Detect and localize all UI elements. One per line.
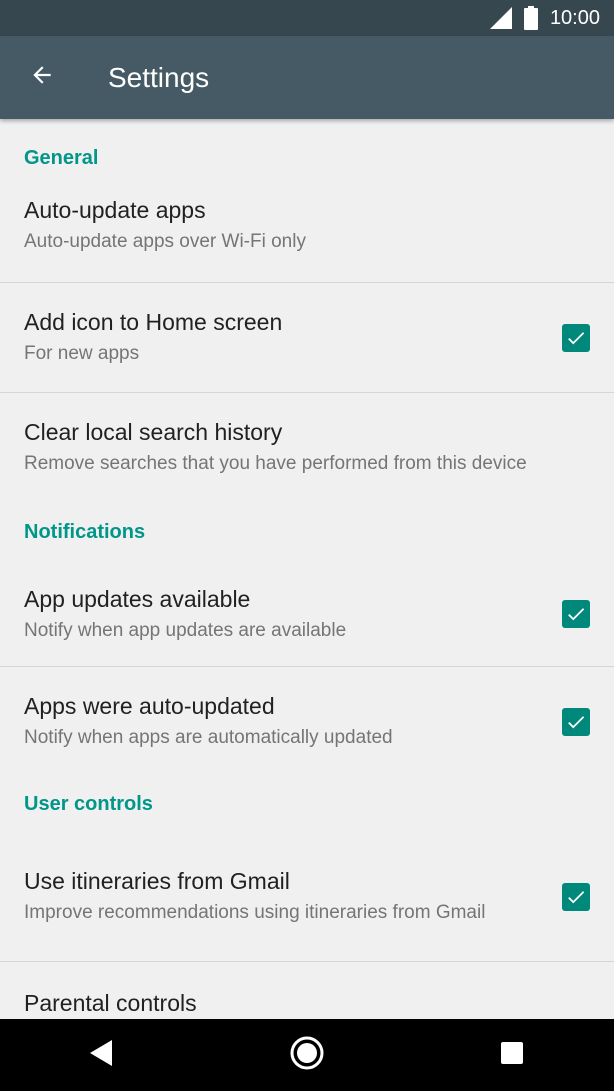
nav-back-button[interactable] — [62, 1019, 142, 1091]
setting-app-updates[interactable]: App updates available Notify when app up… — [0, 562, 614, 666]
circle-home-icon — [290, 1036, 324, 1075]
check-icon — [568, 331, 585, 344]
section-header-user-controls: User controls — [24, 792, 153, 815]
nav-recents-button[interactable] — [472, 1019, 552, 1091]
nav-home-button[interactable] — [267, 1019, 347, 1091]
settings-list[interactable]: General Auto-update apps Auto-update app… — [0, 119, 614, 1019]
square-recents-icon — [500, 1041, 524, 1070]
app-bar: Settings — [0, 36, 614, 119]
navigation-bar — [0, 1019, 614, 1091]
setting-subtitle: For new apps — [24, 343, 140, 364]
setting-title: App updates available — [24, 585, 251, 612]
setting-clear-history[interactable]: Clear local search history Remove search… — [0, 393, 614, 502]
setting-parental-controls[interactable]: Parental controls — [0, 962, 614, 1019]
setting-title: Auto-update apps — [24, 197, 206, 223]
cell-signal-icon — [489, 7, 512, 29]
check-icon — [568, 608, 585, 621]
setting-subtitle: Auto-update apps over Wi-Fi only — [24, 231, 306, 252]
setting-title: Add icon to Home screen — [24, 309, 283, 335]
section-header-general: General — [24, 146, 99, 169]
arrow-back-icon — [29, 62, 55, 93]
add-icon-checkbox[interactable] — [562, 323, 590, 352]
back-button[interactable] — [0, 36, 84, 119]
setting-subtitle: Remove searches that you have performed … — [24, 453, 527, 474]
setting-subtitle: Notify when app updates are available — [24, 619, 347, 641]
setting-itineraries[interactable]: Use itineraries from Gmail Improve recom… — [0, 832, 614, 961]
status-time: 10:00 — [549, 6, 600, 29]
section-header-notifications: Notifications — [24, 520, 146, 543]
app-updates-checkbox[interactable] — [562, 600, 590, 628]
setting-title: Clear local search history — [24, 419, 283, 445]
status-bar: 10:00 — [0, 0, 614, 36]
itineraries-checkbox[interactable] — [562, 882, 590, 911]
setting-auto-updated[interactable]: Apps were auto-updated Notify when apps … — [0, 667, 614, 776]
setting-title: Parental controls — [24, 990, 197, 1016]
check-icon — [568, 715, 585, 728]
setting-title: Use itineraries from Gmail — [24, 868, 290, 894]
auto-updated-checkbox[interactable] — [562, 707, 590, 736]
page-title: Settings — [108, 61, 210, 93]
setting-title: Apps were auto-updated — [24, 693, 275, 719]
setting-subtitle: Notify when apps are automatically updat… — [24, 727, 393, 748]
triangle-back-icon — [90, 1039, 114, 1071]
setting-subtitle: Improve recommendations using itinerarie… — [24, 902, 486, 923]
check-icon — [568, 890, 585, 903]
battery-icon — [523, 6, 538, 30]
setting-auto-update[interactable]: Auto-update apps Auto-update apps over W… — [0, 197, 614, 282]
setting-add-icon[interactable]: Add icon to Home screen For new apps — [0, 283, 614, 392]
